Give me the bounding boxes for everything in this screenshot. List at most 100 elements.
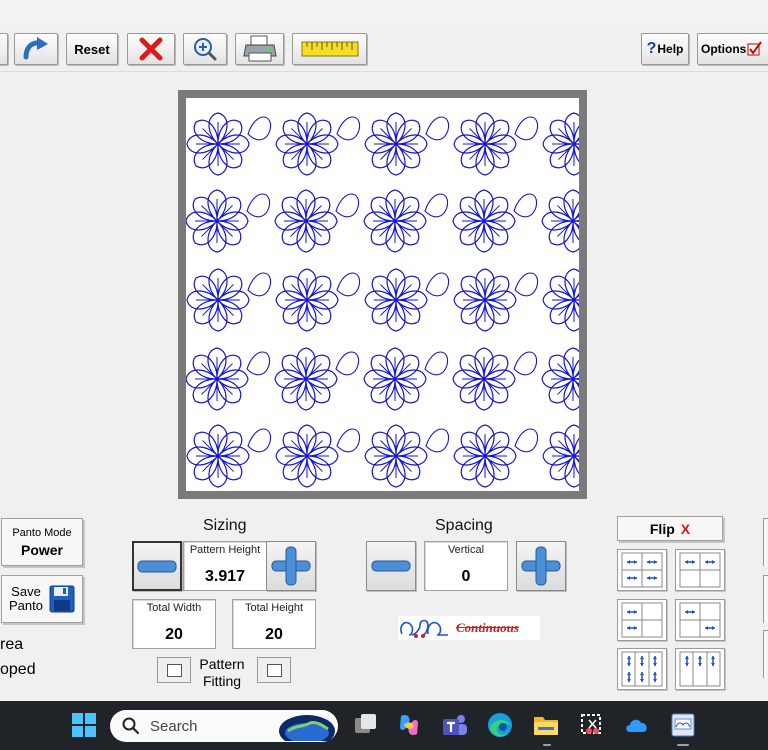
flower-motif: [453, 424, 539, 488]
horizontal-arrows-grid-icon: [621, 552, 663, 588]
checkbox-icon: [747, 41, 763, 56]
windows-logo-icon: [72, 713, 96, 737]
pattern-height-label: Pattern Height: [189, 544, 261, 556]
flower-motif: [364, 268, 450, 332]
measure-button[interactable]: [292, 33, 367, 65]
layout-vertical-top-button[interactable]: [675, 648, 725, 690]
file-explorer-running-indicator: [543, 744, 551, 746]
task-view-button[interactable]: [352, 711, 380, 739]
flower-motif: [275, 268, 361, 332]
red-x-icon: [139, 37, 163, 61]
panto-mode-title: Panto Mode: [12, 526, 72, 539]
vertical-arrows-top-icon: [679, 651, 721, 687]
pattern-height-decrease-button[interactable]: [132, 541, 182, 591]
file-explorer-button[interactable]: [532, 711, 560, 739]
search-placeholder: Search: [150, 717, 198, 735]
quilting-app-button[interactable]: [669, 711, 697, 739]
flower-motif: [186, 189, 271, 253]
pattern-preview-canvas[interactable]: [186, 98, 579, 491]
pattern-fitting-right-checkbox[interactable]: [257, 657, 291, 683]
reset-button[interactable]: Reset: [66, 33, 118, 65]
edge-browser-button[interactable]: [486, 711, 514, 739]
copilot-icon: [400, 714, 418, 736]
layout-top-row-button[interactable]: [675, 549, 725, 591]
zoom-button[interactable]: [183, 33, 227, 65]
vertical-spacing-field[interactable]: Vertical 0: [424, 541, 508, 591]
flower-motif: [274, 347, 360, 411]
flower-motif: [363, 189, 449, 253]
partial-label-area: rea: [0, 636, 24, 653]
total-width-label: Total Width: [146, 602, 202, 614]
redo-icon: [23, 37, 48, 60]
help-label: Help: [657, 42, 684, 56]
print-button[interactable]: [235, 33, 284, 65]
flower-motif: [363, 347, 449, 411]
quilt-pattern-art: [186, 112, 579, 488]
vertical-arrows-grid-icon: [621, 651, 663, 687]
right-edge-button-partial-3[interactable]: [763, 630, 768, 678]
flower-motif: [186, 424, 272, 488]
layout-diagonal-button[interactable]: [675, 599, 725, 641]
flower-motif: [275, 424, 361, 488]
flower-motif: [186, 268, 272, 332]
continuous-loops-icon: [400, 619, 448, 638]
main-toolbar: Reset ? Help Options: [0, 24, 768, 72]
flower-motif: [452, 189, 538, 253]
zoom-in-icon: [194, 38, 217, 61]
panto-mode-value: Power: [20, 541, 63, 558]
flower-motif: [274, 189, 360, 253]
layout-left-column-button[interactable]: [617, 599, 667, 641]
right-edge-button-partial-2[interactable]: [763, 575, 768, 623]
plus-icon: [521, 546, 561, 586]
continuous-label: Continuous: [456, 620, 519, 635]
onedrive-button[interactable]: [623, 711, 651, 739]
horizontal-arrows-left-icon: [621, 602, 663, 638]
pattern-fitting-left-checkbox[interactable]: [157, 657, 191, 683]
minus-icon: [371, 560, 411, 572]
vertical-spacing-decrease-button[interactable]: [366, 541, 416, 591]
redo-button[interactable]: [14, 33, 58, 65]
flower-motif: [541, 189, 579, 253]
flower-motif: [541, 347, 579, 411]
vertical-spacing-label: Vertical: [447, 544, 485, 556]
sizing-title: Sizing: [203, 517, 247, 534]
cancel-button[interactable]: [127, 33, 175, 65]
search-highlight-globe-icon: [279, 715, 335, 741]
right-edge-button-partial-1[interactable]: [763, 518, 768, 566]
flower-motif: [453, 112, 539, 176]
options-button[interactable]: Options: [697, 33, 768, 65]
pattern-height-increase-button[interactable]: [266, 541, 316, 591]
copilot-button[interactable]: [395, 711, 423, 739]
save-panto-line1: Save: [11, 584, 41, 599]
start-button[interactable]: [70, 711, 98, 739]
total-width-value: 20: [165, 626, 183, 643]
continuous-toggle[interactable]: Continuous: [398, 616, 540, 640]
vertical-spacing-value: 0: [461, 568, 471, 585]
window-top-strip: [0, 0, 768, 24]
flower-motif: [453, 268, 539, 332]
undo-button-partial[interactable]: [0, 33, 8, 65]
layout-aligned-button[interactable]: [617, 549, 667, 591]
layout-vertical-all-button[interactable]: [617, 648, 667, 690]
flip-button[interactable]: Flip X: [617, 516, 723, 541]
total-height-value: 20: [265, 626, 283, 643]
task-view-icon: [355, 714, 376, 733]
flower-motif: [364, 112, 450, 176]
total-width-field[interactable]: Total Width 20: [132, 599, 216, 649]
teams-icon: [443, 715, 467, 735]
panto-mode-button[interactable]: Panto Mode Power: [1, 518, 83, 566]
search-icon: [122, 717, 140, 735]
help-button[interactable]: ? Help: [641, 33, 689, 65]
save-panto-button[interactable]: Save Panto: [1, 575, 83, 623]
quilting-app-running-indicator: [677, 744, 689, 746]
total-height-field[interactable]: Total Height 20: [232, 599, 316, 649]
flower-motif: [275, 112, 361, 176]
vertical-spacing-increase-button[interactable]: [516, 541, 566, 591]
teams-button[interactable]: [441, 711, 469, 739]
quilting-app-icon: [671, 713, 695, 737]
pattern-height-field[interactable]: Pattern Height 3.917: [183, 541, 267, 591]
snipping-tool-button[interactable]: [577, 711, 605, 739]
printer-icon: [242, 35, 277, 62]
cloud-icon: [626, 719, 647, 732]
taskbar-search-box[interactable]: Search: [110, 710, 338, 742]
